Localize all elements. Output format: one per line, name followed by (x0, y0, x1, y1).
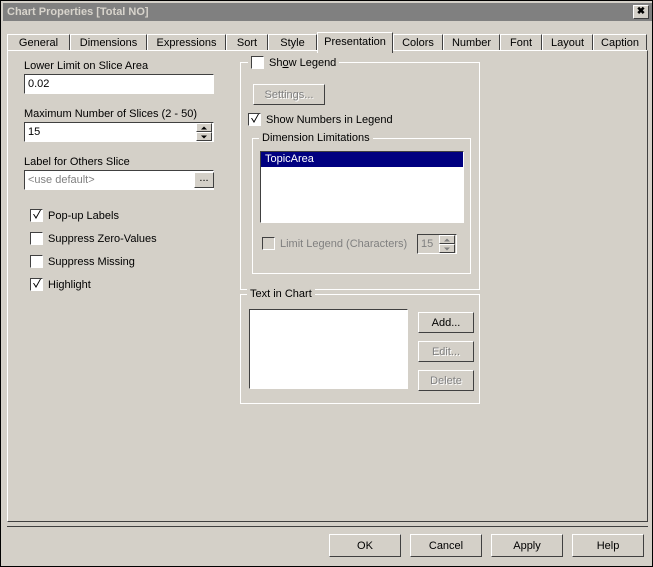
spinner-up-icon[interactable] (439, 235, 455, 244)
spinner-down-icon[interactable] (439, 244, 455, 253)
dimension-limitations-title: Dimension Limitations (259, 132, 373, 144)
text-edit-button[interactable]: Edit... (418, 341, 474, 362)
checkbox-suppress-zero-values-label: Suppress Zero-Values (48, 232, 157, 245)
presentation-tab-panel: Lower Limit on Slice Area 0.02 Maximum N… (7, 50, 648, 522)
text-add-button[interactable]: Add... (418, 312, 474, 333)
ok-button[interactable]: OK (329, 534, 401, 557)
limit-legend-spinner[interactable] (439, 235, 455, 253)
checkbox-show-numbers-in-legend-label: Show Numbers in Legend (266, 113, 393, 126)
text-in-chart-listbox[interactable] (249, 309, 408, 389)
checkbox-suppress-zero-values[interactable]: Suppress Zero-Values (30, 232, 157, 245)
tab-colors[interactable]: Colors (393, 34, 443, 51)
checkbox-popup-labels[interactable]: Pop-up Labels (30, 209, 119, 222)
tab-layout[interactable]: Layout (542, 34, 593, 51)
cancel-button[interactable]: Cancel (410, 534, 482, 557)
checkbox-highlight-label: Highlight (48, 278, 91, 291)
tab-style[interactable]: Style (268, 34, 317, 51)
max-slices-label: Maximum Number of Slices (2 - 50) (24, 108, 197, 120)
apply-button[interactable]: Apply (491, 534, 563, 557)
checkbox-show-legend[interactable]: Show Legend (248, 56, 340, 69)
tab-general[interactable]: General (7, 34, 70, 51)
max-slices-spinner[interactable] (196, 123, 212, 141)
checkbox-popup-labels-label: Pop-up Labels (48, 209, 119, 222)
check-icon (251, 114, 259, 123)
close-icon: ✖ (636, 6, 646, 17)
checkbox-suppress-zero-values-box[interactable] (30, 232, 43, 245)
spinner-up-icon[interactable] (196, 123, 212, 132)
others-slice-input[interactable]: <use default> (24, 170, 214, 190)
legend-settings-button[interactable]: Settings... (253, 84, 325, 105)
dimension-limitations-listbox[interactable]: TopicArea (260, 151, 464, 223)
checkbox-highlight-box[interactable] (30, 278, 43, 291)
tab-font[interactable]: Font (500, 34, 542, 51)
checkbox-limit-legend[interactable]: Limit Legend (Characters) (262, 237, 407, 250)
tab-caption[interactable]: Caption (593, 34, 647, 51)
text-in-chart-title: Text in Chart (247, 288, 315, 300)
checkbox-popup-labels-box[interactable] (30, 209, 43, 222)
checkbox-show-numbers-in-legend[interactable]: Show Numbers in Legend (248, 113, 393, 126)
others-slice-label: Label for Others Slice (24, 156, 130, 168)
checkbox-show-legend-label: Show Legend (269, 56, 337, 69)
checkbox-suppress-missing[interactable]: Suppress Missing (30, 255, 135, 268)
checkbox-limit-legend-box[interactable] (262, 237, 275, 250)
help-button[interactable]: Help (572, 534, 644, 557)
tab-strip: General Dimensions Expressions Sort Styl… (7, 32, 648, 53)
tab-dimensions[interactable]: Dimensions (70, 34, 147, 51)
checkbox-highlight[interactable]: Highlight (30, 278, 91, 291)
others-slice-browse-button[interactable]: ... (194, 172, 214, 188)
footer-separator (7, 526, 648, 527)
max-slices-input[interactable]: 15 (24, 122, 214, 142)
checkbox-suppress-missing-box[interactable] (30, 255, 43, 268)
checkbox-show-legend-box[interactable] (251, 56, 264, 69)
tab-expressions[interactable]: Expressions (147, 34, 226, 51)
chart-properties-dialog: Chart Properties [Total NO] ✖ General Di… (0, 0, 653, 567)
tab-presentation[interactable]: Presentation (317, 32, 393, 53)
tab-sort[interactable]: Sort (226, 34, 268, 51)
check-icon (33, 279, 41, 288)
titlebar: Chart Properties [Total NO] ✖ (3, 3, 652, 21)
spinner-down-icon[interactable] (196, 132, 212, 141)
list-item[interactable]: TopicArea (261, 152, 463, 167)
tab-number[interactable]: Number (443, 34, 500, 51)
close-button[interactable]: ✖ (633, 5, 649, 19)
checkbox-limit-legend-label: Limit Legend (Characters) (280, 237, 408, 250)
text-delete-button[interactable]: Delete (418, 370, 474, 391)
checkbox-suppress-missing-label: Suppress Missing (48, 255, 135, 268)
lower-limit-input[interactable]: 0.02 (24, 74, 214, 94)
check-icon (33, 210, 41, 219)
lower-limit-label: Lower Limit on Slice Area (24, 60, 149, 72)
checkbox-show-numbers-in-legend-box[interactable] (248, 113, 261, 126)
window-title: Chart Properties [Total NO] (7, 6, 149, 18)
